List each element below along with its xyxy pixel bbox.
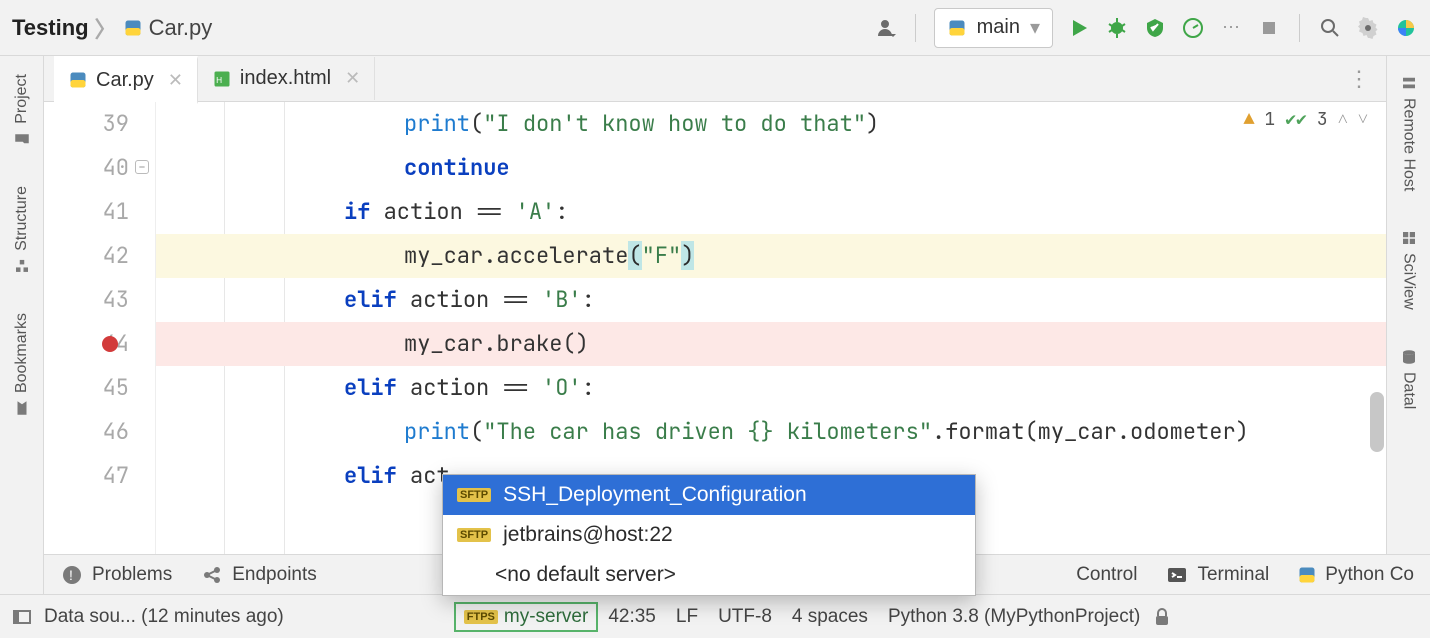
lock-icon[interactable]	[1150, 605, 1174, 629]
structure-icon	[13, 257, 31, 275]
coverage-icon[interactable]	[1143, 16, 1167, 40]
status-caret[interactable]: 42:35	[598, 595, 666, 638]
run-config-selector[interactable]: main ▾	[934, 8, 1053, 48]
tool-database[interactable]: Datal	[1400, 340, 1418, 417]
down-arrow-icon[interactable]: ˅	[1358, 108, 1368, 131]
sftp-badge: SFTP	[457, 488, 491, 502]
profile-icon[interactable]	[1181, 16, 1205, 40]
code-line[interactable]: my_car.brake()	[156, 322, 1386, 366]
database-icon	[1400, 348, 1418, 366]
problems-icon: !	[60, 563, 84, 587]
right-tool-strip: Remote Host SciView Datal	[1386, 56, 1430, 594]
checkmark-icon: ✔✔	[1285, 108, 1307, 131]
html-file-icon: H	[212, 69, 232, 89]
inspections-widget[interactable]: ▲ 1 ✔✔ 3 ˄ ˅	[1240, 106, 1372, 133]
search-icon[interactable]	[1318, 16, 1342, 40]
warning-icon: ▲	[1244, 108, 1255, 131]
close-icon[interactable]: ✕	[168, 70, 183, 91]
gutter[interactable]: 3940–41424344454647	[44, 102, 156, 554]
toolwin-problems[interactable]: ! Problems	[60, 563, 172, 587]
code-line[interactable]: if action == 'A':	[156, 190, 1386, 234]
stop-icon[interactable]	[1257, 16, 1281, 40]
popup-item-ssh-deployment[interactable]: SFTP SSH_Deployment_Configuration	[443, 475, 975, 515]
chevron-down-icon: ▾	[1030, 15, 1040, 40]
tool-sciview[interactable]: SciView	[1400, 221, 1418, 318]
chevron-right-icon: 〉	[95, 12, 117, 44]
tool-remote-host[interactable]: Remote Host	[1400, 66, 1418, 199]
status-deployment-server[interactable]: FTPS my-server	[454, 602, 599, 632]
tab-index-html[interactable]: H index.html ✕	[198, 57, 375, 100]
status-bar: Data sou... (12 minutes ago) FTPS my-ser…	[0, 594, 1430, 638]
status-datasource[interactable]: Data sou... (12 minutes ago)	[34, 595, 294, 638]
tool-structure[interactable]: Structure	[13, 178, 31, 283]
breadcrumb-file[interactable]: Car.py	[123, 15, 213, 41]
breadcrumb[interactable]: Testing 〉 Car.py	[12, 12, 212, 44]
tool-window-toggle-icon[interactable]	[10, 605, 34, 629]
code-line[interactable]: elif action == 'B':	[156, 278, 1386, 322]
run-config-label: main	[977, 16, 1020, 39]
popup-item-no-default[interactable]: <no default server>	[443, 555, 975, 595]
close-icon[interactable]: ✕	[345, 68, 360, 89]
code-line[interactable]: print("I don't know how to do that")	[156, 102, 1386, 146]
terminal-icon	[1165, 563, 1189, 587]
editor-tabs: Car.py ✕ H index.html ✕ ⋮	[44, 56, 1386, 102]
python-file-icon	[68, 70, 88, 90]
tab-overflow-icon[interactable]: ⋮	[1348, 66, 1386, 92]
code-line[interactable]: my_car.accelerate("F")	[156, 234, 1386, 278]
python-icon	[947, 18, 967, 38]
debug-icon[interactable]	[1105, 16, 1129, 40]
toolwin-vcs[interactable]: Control	[1076, 564, 1137, 586]
sftp-badge: SFTP	[457, 528, 491, 542]
ftps-badge: FTPS	[464, 610, 498, 624]
ok-count: 3	[1317, 108, 1328, 131]
code-line[interactable]: continue	[156, 146, 1386, 190]
toolwin-endpoints[interactable]: Endpoints	[200, 563, 317, 587]
folder-icon	[13, 130, 31, 148]
rerun-icon[interactable]: ⋯	[1219, 16, 1243, 40]
gear-icon[interactable]	[1356, 16, 1380, 40]
status-line-separator[interactable]: LF	[666, 595, 708, 638]
status-interpreter[interactable]: Python 3.8 (MyPythonProject)	[878, 595, 1150, 638]
toolbar-buttons: main ▾ ⋯	[873, 8, 1418, 48]
user-switch-icon[interactable]	[873, 16, 897, 40]
up-arrow-icon[interactable]: ˄	[1338, 108, 1348, 131]
tool-bookmarks[interactable]: Bookmarks	[13, 305, 31, 425]
top-toolbar: Testing 〉 Car.py main ▾ ⋯	[0, 0, 1430, 56]
run-icon[interactable]	[1067, 16, 1091, 40]
svg-text:!: !	[69, 567, 73, 583]
bookmark-icon	[13, 399, 31, 417]
server-icon	[1400, 74, 1418, 92]
python-icon	[1297, 565, 1317, 585]
toolwin-python-console[interactable]: Python Co	[1297, 564, 1414, 586]
scrollbar-thumb[interactable]	[1370, 392, 1384, 452]
deployment-server-popup: SFTP SSH_Deployment_Configuration SFTP j…	[442, 474, 976, 596]
left-tool-strip: Project Structure Bookmarks	[0, 56, 44, 594]
status-indent[interactable]: 4 spaces	[782, 595, 878, 638]
status-encoding[interactable]: UTF-8	[708, 595, 782, 638]
endpoints-icon	[200, 563, 224, 587]
popup-item-jetbrains-host[interactable]: SFTP jetbrains@host:22	[443, 515, 975, 555]
warning-count: 1	[1264, 108, 1275, 131]
breadcrumb-root[interactable]: Testing	[12, 15, 89, 41]
jetbrains-toolbox-icon[interactable]	[1394, 16, 1418, 40]
toolwin-terminal[interactable]: Terminal	[1165, 563, 1269, 587]
python-file-icon	[123, 18, 143, 38]
code-line[interactable]: elif action == 'O':	[156, 366, 1386, 410]
svg-text:H: H	[216, 75, 222, 85]
code-line[interactable]: print("The car has driven {} kilometers"…	[156, 410, 1386, 454]
grid-icon	[1400, 229, 1418, 247]
tool-project[interactable]: Project	[13, 66, 31, 156]
tab-car-py[interactable]: Car.py ✕	[54, 56, 198, 104]
